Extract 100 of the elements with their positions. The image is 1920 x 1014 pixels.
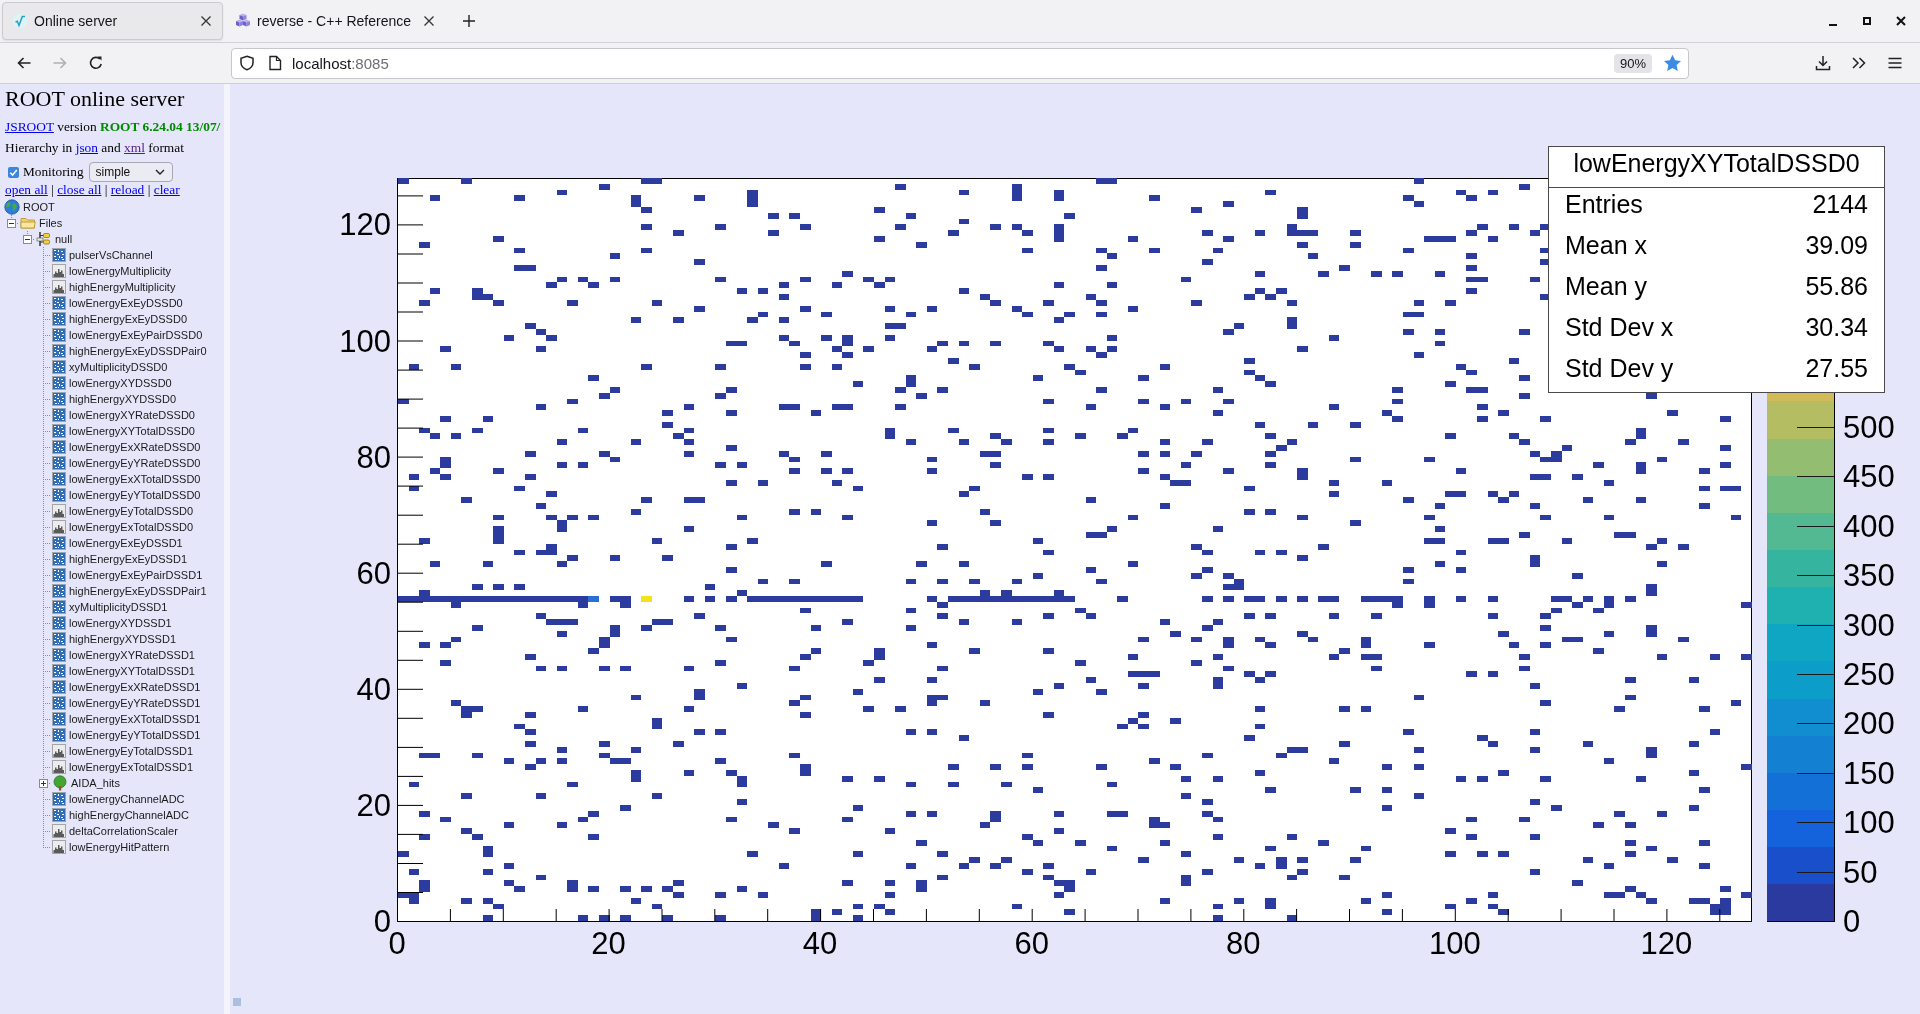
tree-item[interactable]: lowEnergyXYTotalDSSD0	[51, 423, 195, 439]
color-scale-label: 150	[1843, 755, 1895, 791]
format-link[interactable]: xml	[124, 140, 145, 155]
tree-item[interactable]: highEnergyExEyDSSD1	[51, 551, 187, 567]
color-scale-label: 400	[1843, 508, 1895, 544]
tree-item[interactable]: ROOT	[3, 199, 55, 215]
close-icon[interactable]	[423, 15, 435, 27]
histogram-icon	[52, 824, 66, 838]
collapse-icon[interactable]	[23, 234, 32, 244]
tree-item[interactable]: lowEnergyXYTotalDSSD1	[51, 663, 195, 679]
browser-tab[interactable]: reverse - C++ Reference	[225, 2, 446, 40]
tree-item[interactable]: lowEnergyExEyDSSD0	[51, 295, 183, 311]
close-icon[interactable]	[1895, 15, 1907, 27]
action-link[interactable]: reload	[110, 182, 145, 197]
tree-item[interactable]: lowEnergyXYDSSD1	[51, 615, 172, 631]
tree-item[interactable]: deltaCorrelationScaler	[51, 823, 178, 839]
color-scale-label: 100	[1843, 805, 1895, 841]
logo-icon	[12, 13, 28, 29]
tree-item[interactable]: xyMultiplicityDSSD1	[51, 599, 168, 615]
tree-item[interactable]: lowEnergyEyYRateDSSD0	[51, 455, 201, 471]
histogram-icon	[52, 760, 66, 774]
tree-item[interactable]: AIDA_hits	[51, 775, 120, 791]
tree-item[interactable]: lowEnergyEyTotalDSSD0	[51, 503, 194, 519]
format-link[interactable]: json	[75, 140, 98, 155]
monitoring-checkbox[interactable]	[8, 166, 19, 178]
chevrons-icon[interactable]	[1851, 55, 1867, 71]
close-icon[interactable]	[200, 15, 212, 27]
tree-item[interactable]: lowEnergyHitPattern	[51, 839, 170, 855]
tree-item[interactable]: lowEnergyXYRateDSSD0	[51, 407, 195, 423]
back-icon[interactable]	[16, 55, 32, 71]
tree-item[interactable]: lowEnergyXYRateDSSD1	[51, 647, 195, 663]
plus-icon[interactable]	[462, 14, 476, 28]
mode-select[interactable]: simple	[88, 162, 173, 182]
tree-item[interactable]: xyMultiplicityDSSD0	[51, 359, 168, 375]
tree-item[interactable]: lowEnergyExEyPairDSSD0	[51, 327, 203, 343]
file-icon	[36, 231, 52, 247]
y-axis-label: 40	[356, 671, 391, 707]
hierarchy-text: Hierarchy in json and xml format	[5, 140, 185, 156]
tree-item[interactable]: lowEnergyExEyPairDSSD1	[51, 567, 203, 583]
heatmap-icon	[52, 616, 66, 630]
tree-item[interactable]: lowEnergyEyTotalDSSD1	[51, 743, 194, 759]
download-icon[interactable]	[1815, 55, 1831, 71]
tree-item[interactable]: lowEnergyExEyDSSD1	[51, 535, 183, 551]
histogram-icon	[52, 504, 66, 518]
tree-item[interactable]: pulserVsChannel	[51, 247, 153, 263]
chevron-down-icon	[154, 169, 165, 175]
tree-item[interactable]: Files	[19, 215, 63, 231]
action-link[interactable]: close all	[57, 182, 102, 197]
tree-item[interactable]: highEnergyXYDSSD1	[51, 631, 176, 647]
page-icon	[268, 55, 282, 71]
cubes-icon	[235, 13, 251, 29]
histogram-icon	[52, 280, 66, 294]
globe-icon	[4, 199, 20, 215]
tree-item[interactable]: lowEnergyExXRateDSSD1	[51, 679, 201, 695]
heatmap-icon	[52, 456, 66, 470]
heatmap-icon	[52, 440, 66, 454]
tree-item[interactable]: highEnergyExEyDSSDPair0	[51, 343, 207, 359]
address-bar[interactable]: localhost:8085 90%	[231, 47, 1689, 79]
tree-item[interactable]: lowEnergyEyYTotalDSSD0	[51, 487, 201, 503]
link-separator: |	[147, 182, 151, 197]
tree-item[interactable]: lowEnergyExTotalDSSD1	[51, 759, 194, 775]
reload-icon[interactable]	[88, 55, 104, 71]
shield-icon[interactable]	[239, 55, 255, 71]
stats-value: 30.34	[1805, 313, 1868, 342]
tree-item[interactable]: lowEnergyChannelADC	[51, 791, 185, 807]
heatmap-icon	[52, 392, 66, 406]
tree-item[interactable]: lowEnergyExXTotalDSSD0	[51, 471, 201, 487]
tree-item[interactable]: lowEnergyExTotalDSSD0	[51, 519, 194, 535]
tree-item[interactable]: highEnergyExEyDSSDPair1	[51, 583, 207, 599]
maximize-icon[interactable]	[1861, 15, 1873, 27]
expand-icon[interactable]	[39, 778, 48, 788]
zoom-level-button[interactable]: 90%	[1613, 53, 1652, 73]
tree-item[interactable]: lowEnergyMultiplicity	[51, 263, 172, 279]
action-link[interactable]: open all	[5, 182, 48, 197]
heatmap-icon	[52, 408, 66, 422]
tree-item[interactable]: lowEnergyExXTotalDSSD1	[51, 711, 201, 727]
tree-item[interactable]: highEnergyMultiplicity	[51, 279, 176, 295]
tree-item[interactable]: lowEnergyXYDSSD0	[51, 375, 172, 391]
tree-item[interactable]: highEnergyChannelADC	[51, 807, 189, 823]
heatmap-icon	[52, 568, 66, 582]
x-axis-label: 0	[388, 926, 406, 961]
heatmap-icon	[52, 600, 66, 614]
project-link[interactable]: JSROOT	[5, 119, 54, 134]
monitoring-label: Monitoring	[23, 164, 84, 180]
tree-item[interactable]: lowEnergyExXRateDSSD0	[51, 439, 201, 455]
tree-item[interactable]: lowEnergyEyYRateDSSD1	[51, 695, 201, 711]
tree-item[interactable]: highEnergyXYDSSD0	[51, 391, 176, 407]
heatmap-icon	[52, 536, 66, 550]
collapse-icon[interactable]	[7, 218, 16, 228]
tree-icon	[52, 775, 68, 791]
y-axis-label: 120	[339, 207, 391, 243]
x-axis-label: 20	[591, 926, 626, 961]
browser-tab[interactable]: Online server	[2, 2, 223, 40]
tree-item[interactable]: null	[35, 231, 73, 247]
star-icon[interactable]	[1663, 54, 1682, 72]
y-axis-label: 100	[339, 323, 391, 359]
tree-item[interactable]: highEnergyExEyDSSD0	[51, 311, 187, 327]
action-link[interactable]: clear	[153, 182, 180, 197]
tree-item[interactable]: lowEnergyEyYTotalDSSD1	[51, 727, 201, 743]
menu-icon[interactable]	[1887, 55, 1903, 71]
